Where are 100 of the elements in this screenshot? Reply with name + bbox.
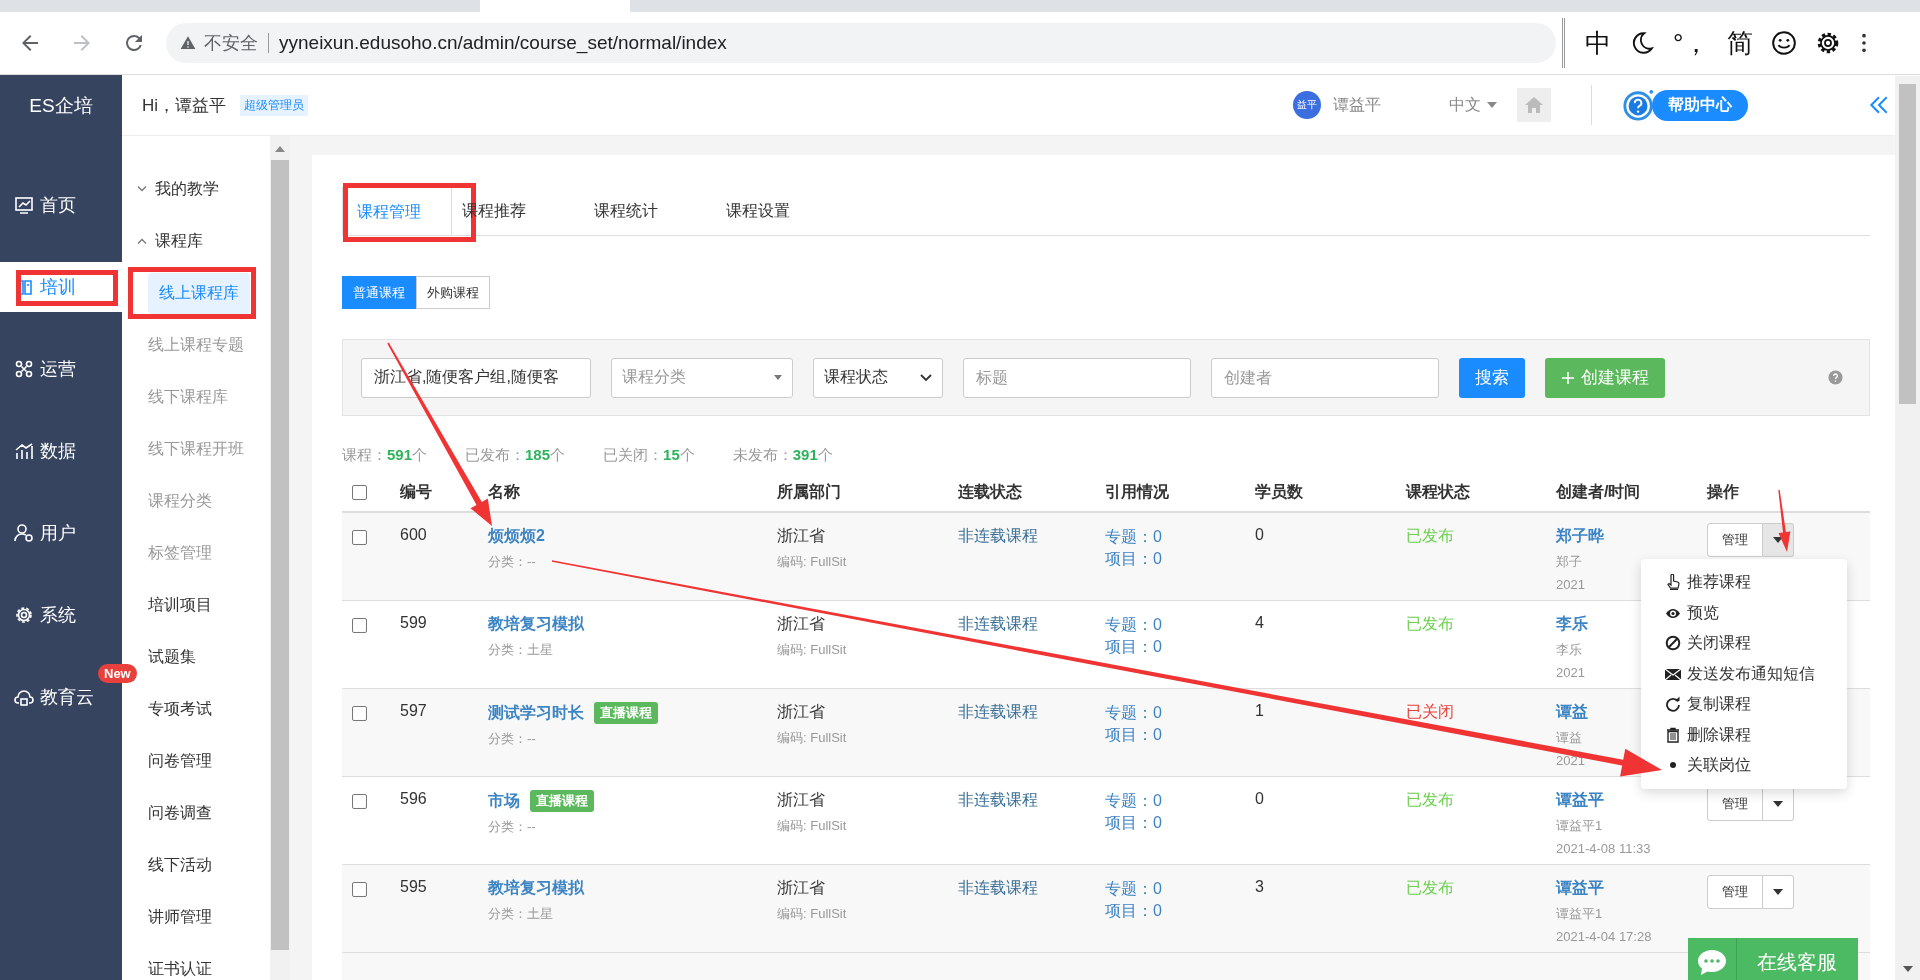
course-link[interactable]: 测试学习时长 bbox=[488, 702, 584, 724]
collapse-icon[interactable] bbox=[1868, 94, 1890, 116]
submenu-item[interactable]: 问卷调查 bbox=[122, 787, 270, 839]
brand-logo[interactable]: ES企培 bbox=[0, 75, 122, 136]
status-select[interactable]: 课程状态 bbox=[813, 357, 943, 398]
ime-button[interactable]: 简 bbox=[1727, 25, 1754, 61]
caret-icon bbox=[1773, 537, 1783, 543]
tab[interactable]: 课程统计 bbox=[571, 187, 681, 235]
checkbox[interactable] bbox=[352, 706, 367, 721]
scroll-down-icon[interactable] bbox=[1902, 966, 1913, 972]
submenu-item[interactable]: 线下课程库 bbox=[122, 376, 236, 418]
table-cell: 599 bbox=[400, 614, 427, 631]
submenu-item[interactable]: 讲师管理 bbox=[122, 891, 270, 943]
serial-link[interactable]: 非连载课程 bbox=[958, 703, 1038, 720]
menu-item[interactable]: 删除课程 bbox=[1641, 719, 1847, 750]
menu-item[interactable]: 发送发布通知短信 bbox=[1641, 658, 1847, 689]
ime-button[interactable]: 中 bbox=[1585, 25, 1611, 61]
course-link[interactable]: 教培复习模拟 bbox=[488, 878, 584, 899]
submenu-item[interactable]: 线上课程专题 bbox=[122, 324, 252, 366]
scrollbar-thumb[interactable] bbox=[271, 160, 289, 950]
toggle-button[interactable]: 普通课程 bbox=[342, 276, 416, 309]
nav-item[interactable]: 系统 bbox=[0, 590, 96, 640]
menu-item[interactable]: 关联岗位 bbox=[1641, 750, 1847, 781]
reference-link[interactable]: 项目：0 bbox=[1105, 900, 1245, 922]
code-text: 编码: FullSit bbox=[777, 729, 848, 747]
address-field[interactable]: 不安全 yyneixun.edusoho.cn/admin/course_set/normal/index bbox=[166, 23, 1556, 63]
reference-link[interactable]: 专题：0 bbox=[1105, 878, 1245, 900]
help-icon[interactable] bbox=[1828, 370, 1843, 385]
checkbox[interactable] bbox=[352, 530, 367, 545]
scrollbar[interactable] bbox=[1895, 76, 1920, 980]
submenu-item[interactable]: 问卷管理 bbox=[122, 735, 270, 787]
course-link[interactable]: 教培复习模拟 bbox=[488, 614, 584, 635]
nav-item[interactable]: 教育云 bbox=[0, 672, 96, 722]
reference-link[interactable]: 项目：0 bbox=[1105, 636, 1245, 658]
menu-item[interactable]: 关闭课程 bbox=[1641, 628, 1847, 659]
creator-field[interactable]: 创建者 bbox=[1211, 357, 1439, 398]
dropdown-toggle[interactable] bbox=[1763, 787, 1794, 821]
nav-item[interactable]: 用户 bbox=[0, 508, 96, 558]
reference-link[interactable]: 专题：0 bbox=[1105, 614, 1245, 636]
creator-link[interactable]: 郑子晔 bbox=[1556, 527, 1604, 544]
menu-group[interactable]: 课程库 bbox=[122, 215, 270, 267]
manage-button[interactable]: 管理 bbox=[1707, 875, 1763, 909]
submenu-item[interactable]: 培训项目 bbox=[122, 579, 270, 631]
reference-link[interactable]: 专题：0 bbox=[1105, 790, 1245, 812]
search-button[interactable]: 搜索 bbox=[1459, 357, 1525, 398]
user-name[interactable]: 谭益平 bbox=[1333, 94, 1381, 116]
manage-button[interactable]: 管理 bbox=[1707, 787, 1763, 821]
checkbox[interactable] bbox=[352, 794, 367, 809]
creator-link[interactable]: 谭益 bbox=[1556, 703, 1588, 720]
column-header: 引用情况 bbox=[1105, 483, 1169, 500]
manage-button[interactable]: 管理 bbox=[1707, 523, 1763, 557]
serial-link[interactable]: 非连载课程 bbox=[958, 615, 1038, 632]
ime-button[interactable]: °， bbox=[1673, 25, 1710, 61]
table-cell-text: 浙江省 bbox=[777, 790, 826, 810]
dot-icon bbox=[1670, 762, 1676, 769]
user-icon bbox=[14, 523, 34, 543]
nav-item[interactable]: 数据 bbox=[0, 426, 96, 476]
submenu-item[interactable]: 课程分类 bbox=[122, 480, 220, 522]
dropdown-toggle[interactable] bbox=[1763, 875, 1794, 909]
menu-item[interactable]: 复制课程 bbox=[1641, 689, 1847, 720]
toggle-button[interactable]: 外购课程 bbox=[416, 276, 490, 309]
title-field[interactable]: 标题 bbox=[963, 357, 1191, 398]
course-link[interactable]: 烦烦烦2 bbox=[488, 526, 545, 547]
reference-link[interactable]: 项目：0 bbox=[1105, 548, 1245, 570]
more-icon[interactable] bbox=[1861, 32, 1868, 54]
submenu-item[interactable]: 线下活动 bbox=[122, 839, 270, 891]
creator-link[interactable]: 李乐 bbox=[1556, 615, 1588, 632]
serial-link[interactable]: 非连载课程 bbox=[958, 879, 1038, 896]
reference-link[interactable]: 项目：0 bbox=[1105, 724, 1245, 746]
menu-item[interactable]: 推荐课程 bbox=[1641, 567, 1847, 598]
tab[interactable]: 课程设置 bbox=[703, 187, 813, 235]
category-select[interactable]: 课程分类 bbox=[611, 357, 793, 398]
serial-link[interactable]: 非连载课程 bbox=[958, 791, 1038, 808]
serial-link[interactable]: 非连载课程 bbox=[958, 527, 1038, 544]
course-link[interactable]: 市场 bbox=[488, 790, 520, 812]
scrollbar[interactable] bbox=[270, 136, 290, 980]
creator-link[interactable]: 谭益平 bbox=[1556, 791, 1604, 808]
account-text: 李乐 bbox=[1556, 641, 1582, 659]
reference-link[interactable]: 专题：0 bbox=[1105, 526, 1245, 548]
nav-item[interactable]: 运营 bbox=[0, 344, 96, 394]
submenu-item[interactable]: 证书认证 bbox=[122, 943, 270, 980]
avatar[interactable]: 益平 bbox=[1293, 91, 1321, 119]
tab[interactable]: 课程管理 bbox=[342, 187, 452, 235]
checkbox[interactable] bbox=[352, 882, 367, 897]
scrollbar-thumb[interactable] bbox=[1899, 84, 1916, 404]
nav-item[interactable]: 首页 bbox=[0, 180, 96, 230]
stat-label: 已关闭： bbox=[603, 446, 664, 463]
creator-link[interactable]: 谭益平 bbox=[1556, 879, 1604, 896]
checkbox[interactable] bbox=[352, 618, 367, 633]
submenu-item[interactable]: 线下课程开班 bbox=[122, 428, 252, 470]
submenu-item[interactable]: 线上课程库 bbox=[148, 272, 250, 314]
reference-link[interactable]: 项目：0 bbox=[1105, 812, 1245, 834]
submenu-item[interactable]: 专项考试 bbox=[122, 683, 270, 735]
language-dropdown[interactable]: 中文 bbox=[1449, 94, 1497, 116]
menu-group[interactable]: 我的教学 bbox=[122, 163, 270, 215]
smiley-icon[interactable] bbox=[1771, 30, 1798, 56]
checkbox[interactable] bbox=[352, 485, 367, 500]
reference-link[interactable]: 专题：0 bbox=[1105, 702, 1245, 724]
menu-item[interactable]: 预览 bbox=[1641, 597, 1847, 628]
submenu-item[interactable]: 标签管理 bbox=[122, 532, 220, 574]
